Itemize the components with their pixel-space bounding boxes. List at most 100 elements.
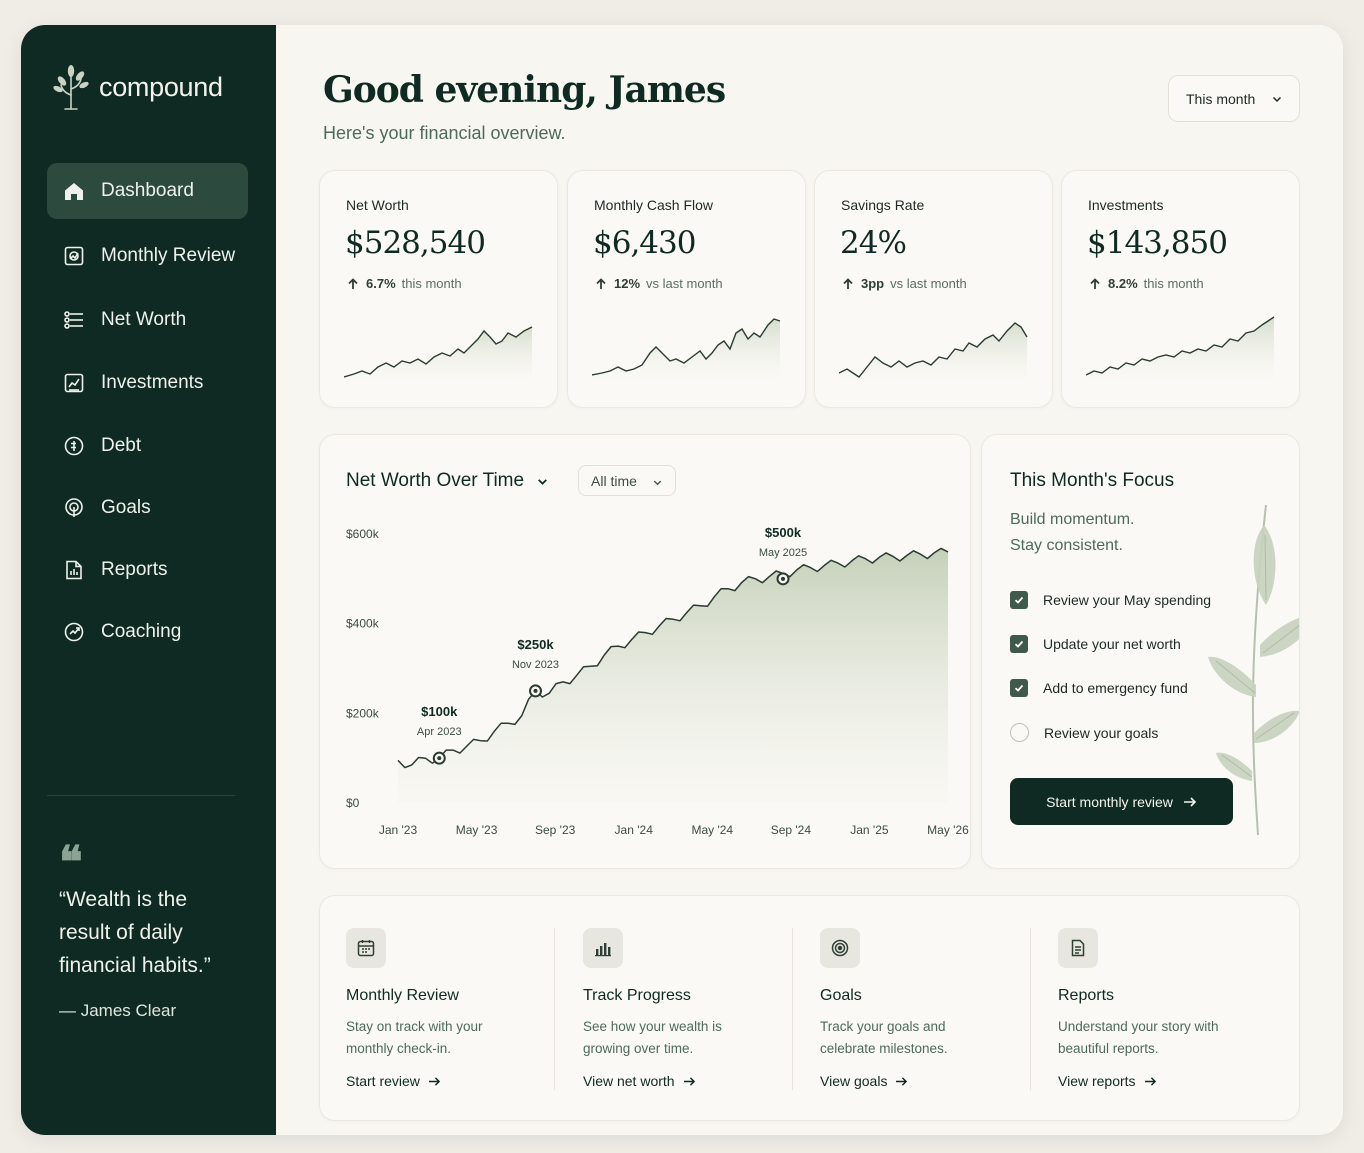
arrow-up-icon [348, 277, 358, 289]
sidebar-item-label: Reports [101, 559, 168, 580]
x-tick-label: May '24 [691, 823, 733, 837]
kpi-change-note: vs last month [890, 276, 967, 291]
calendar-icon [346, 928, 386, 968]
quick-action-description: Understand your story with beautiful rep… [1058, 1019, 1219, 1056]
focus-task-label: Review your goals [1044, 724, 1159, 741]
quick-action-description: See how your wealth is growing over time… [583, 1019, 722, 1056]
arrow-right-icon [896, 1076, 908, 1086]
focus-task-label: Add to emergency fund [1043, 680, 1188, 696]
kpi-card-monthly-cash-flow[interactable]: Monthly Cash Flow $6,430 12% vs last mon… [567, 170, 806, 408]
quick-action-title: Reports [1058, 987, 1115, 1004]
chart-area [398, 548, 948, 803]
quick-action-title: Goals [820, 987, 862, 1004]
sidebar-item-label: Dashboard [101, 180, 194, 201]
kpi-value: $528,540 [345, 225, 486, 261]
divider [554, 928, 555, 1090]
y-tick-label: $400k [346, 617, 380, 631]
checkbox-checked[interactable] [1010, 635, 1028, 653]
kpi-sparkline [344, 326, 533, 383]
milestone-date: Nov 2023 [512, 659, 559, 671]
x-tick-label: May '23 [456, 823, 498, 837]
x-tick-label: Jan '24 [615, 823, 654, 837]
tree-logo-icon [53, 65, 89, 110]
kpi-card-net-worth[interactable]: Net Worth $528,540 6.7% this month [319, 170, 558, 408]
focus-task[interactable]: Review your goals [1010, 723, 1158, 742]
kpi-card-savings-rate[interactable]: Savings Rate 24% 3pp vs last month [814, 170, 1053, 408]
milestone-date: Apr 2023 [417, 726, 462, 738]
sidebar-item-debt[interactable]: Debt [47, 418, 248, 474]
check-icon [1014, 684, 1024, 692]
bar-chart-icon [583, 928, 623, 968]
investments-icon [63, 372, 85, 394]
period-select-value: This month [1186, 90, 1256, 107]
focus-task[interactable]: Update your net worth [1010, 635, 1181, 653]
kpi-value: $6,430 [593, 225, 696, 261]
focus-task-label: Update your net worth [1043, 636, 1181, 652]
view-reports-link[interactable]: View reports [1058, 1073, 1157, 1089]
start-review-link[interactable]: Start review [346, 1073, 441, 1089]
quick-action-description: Track your goals and celebrate milestone… [820, 1019, 948, 1056]
checkbox-unchecked[interactable] [1010, 723, 1029, 742]
logo[interactable]: compound [51, 63, 223, 111]
divider [792, 928, 793, 1090]
sidebar-item-label: Coaching [101, 621, 182, 642]
chevron-down-icon [1272, 96, 1282, 103]
debt-icon [63, 435, 85, 457]
cta-label: Start monthly review [1046, 793, 1173, 810]
arrow-up-icon [843, 277, 853, 289]
view-goals-link[interactable]: View goals [820, 1073, 908, 1089]
goals-icon [63, 497, 85, 519]
sidebar-item-goals[interactable]: Goals [47, 480, 248, 536]
check-icon [1014, 596, 1024, 604]
sidebar-item-label: Net Worth [101, 309, 187, 330]
focus-task[interactable]: Review your May spending [1010, 591, 1211, 609]
x-tick-label: Jan '23 [379, 823, 418, 837]
kpi-value: 24% [840, 225, 907, 261]
sidebar-item-net-worth[interactable]: Net Worth [47, 292, 248, 348]
period-select[interactable]: This month [1168, 75, 1300, 122]
sidebar-item-dashboard[interactable]: Dashboard [47, 163, 248, 219]
kpi-label: Savings Rate [841, 197, 925, 213]
home-icon [63, 180, 85, 202]
view-net-worth-link[interactable]: View net worth [583, 1073, 696, 1089]
arrow-right-icon [1183, 796, 1197, 807]
sidebar-item-reports[interactable]: Reports [47, 542, 248, 598]
document-icon [1058, 928, 1098, 968]
link-label: View reports [1058, 1073, 1136, 1089]
start-monthly-review-button[interactable]: Start monthly review [1010, 778, 1233, 825]
sidebar-item-investments[interactable]: Investments [47, 355, 248, 411]
focus-task[interactable]: Add to emergency fund [1010, 679, 1188, 697]
net-worth-chart[interactable]: $600k $400k $200k $0 Jan '23 May '23 Sep '23 Ja… [320, 435, 972, 870]
arrow-right-icon [1144, 1076, 1156, 1086]
quote-author: — James Clear [59, 1001, 177, 1020]
checkbox-checked[interactable] [1010, 679, 1028, 697]
kpi-value: $143,850 [1087, 225, 1228, 261]
sidebar-item-label: Monthly Review [101, 245, 236, 266]
arrow-up-icon [596, 277, 606, 289]
milestone-marker-dot [437, 756, 442, 761]
kpi-change-value: 8.2% [1108, 276, 1138, 291]
kpi-change-value: 6.7% [366, 276, 396, 291]
kpi-change: 8.2% this month [1088, 276, 1204, 291]
sidebar-item-coaching[interactable]: Coaching [47, 604, 248, 660]
target-icon [820, 928, 860, 968]
milestone-value: $500k [765, 525, 802, 540]
checkbox-checked[interactable] [1010, 591, 1028, 609]
reports-icon [63, 559, 85, 581]
sidebar-item-label: Investments [101, 372, 204, 393]
check-icon [1014, 640, 1024, 648]
link-label: View net worth [583, 1073, 675, 1089]
sidebar: compound Dashboard Monthly Review Net Wo… [21, 25, 276, 1135]
milestone-marker-dot [781, 576, 785, 581]
kpi-card-investments[interactable]: Investments $143,850 8.2% this month [1061, 170, 1300, 408]
page-title: Good evening, James [323, 69, 726, 111]
link-label: Start review [346, 1073, 420, 1089]
kpi-label: Monthly Cash Flow [594, 197, 714, 213]
kpi-change: 6.7% this month [346, 276, 462, 291]
y-tick-label: $200k [346, 706, 380, 720]
kpi-change-value: 12% [614, 276, 641, 291]
focus-panel: This Month's Focus Build momentum. Stay … [981, 434, 1300, 869]
focus-subtitle-line: Build momentum. [1010, 511, 1135, 528]
sidebar-item-monthly-review[interactable]: Monthly Review [47, 228, 248, 284]
sidebar-item-label: Goals [101, 497, 151, 518]
